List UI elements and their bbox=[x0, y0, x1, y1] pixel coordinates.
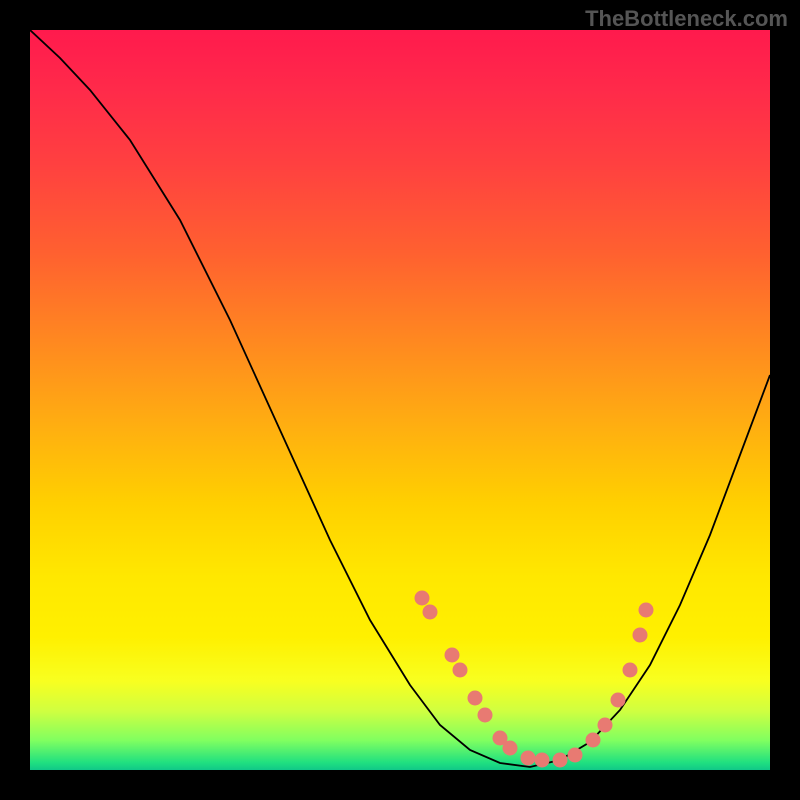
data-marker bbox=[468, 691, 483, 706]
data-marker bbox=[611, 693, 626, 708]
plot-area bbox=[30, 30, 770, 770]
data-marker bbox=[453, 663, 468, 678]
data-marker bbox=[415, 591, 430, 606]
bottleneck-curve bbox=[30, 30, 770, 767]
marker-group bbox=[415, 591, 654, 768]
data-marker bbox=[568, 748, 583, 763]
data-marker bbox=[423, 605, 438, 620]
data-marker bbox=[623, 663, 638, 678]
data-marker bbox=[521, 751, 536, 766]
watermark-text: TheBottleneck.com bbox=[585, 6, 788, 32]
data-marker bbox=[639, 603, 654, 618]
chart-svg bbox=[30, 30, 770, 770]
data-marker bbox=[598, 718, 613, 733]
data-marker bbox=[478, 708, 493, 723]
data-marker bbox=[535, 753, 550, 768]
data-marker bbox=[445, 648, 460, 663]
data-marker bbox=[586, 733, 601, 748]
data-marker bbox=[503, 741, 518, 756]
data-marker bbox=[553, 753, 568, 768]
data-marker bbox=[633, 628, 648, 643]
